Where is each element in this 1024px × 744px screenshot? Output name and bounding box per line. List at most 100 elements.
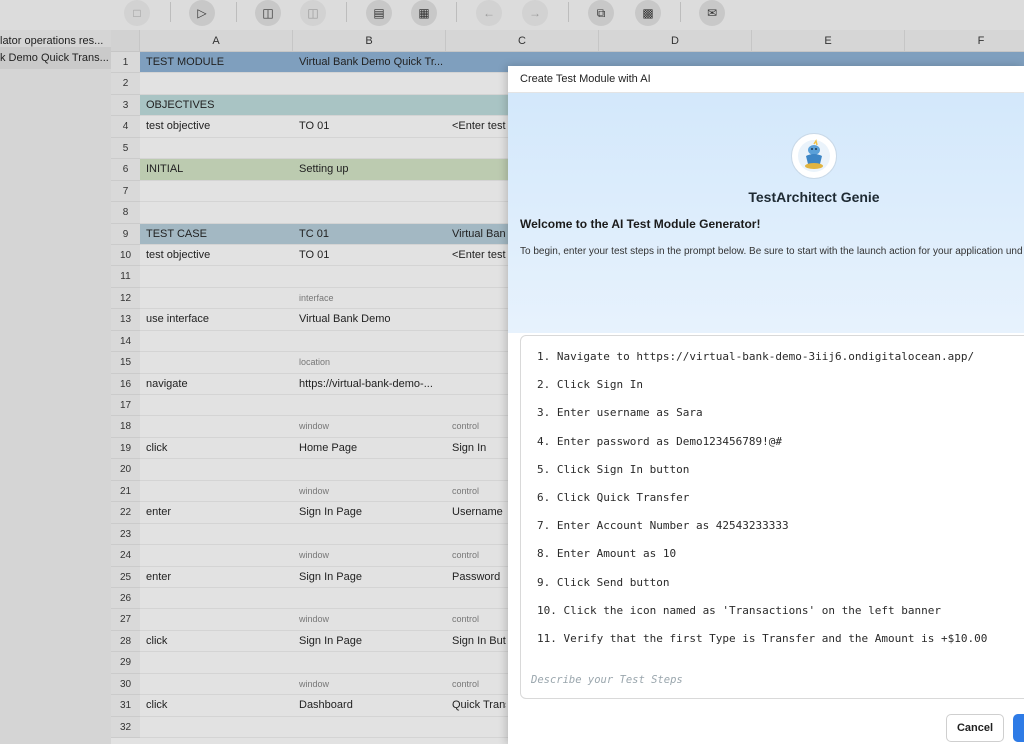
cell-c[interactable]: Quick Trans — [446, 695, 506, 716]
cell-b[interactable]: Dashboard — [293, 695, 446, 716]
row-number[interactable]: 24 — [111, 545, 140, 567]
cell-a[interactable] — [140, 266, 293, 287]
cell-c[interactable] — [446, 717, 506, 738]
row-number[interactable]: 31 — [111, 695, 140, 717]
cell-b[interactable]: https://virtual-bank-demo-... — [293, 374, 446, 395]
cell-a[interactable]: test objective — [140, 245, 293, 266]
row-number[interactable]: 9 — [111, 223, 140, 245]
cell-b[interactable]: TC 01 — [293, 224, 446, 245]
cell-b[interactable] — [293, 73, 446, 94]
cell-a[interactable] — [140, 73, 293, 94]
cell-a[interactable]: use interface — [140, 309, 293, 330]
cell-b[interactable] — [293, 652, 446, 673]
cell-b[interactable] — [293, 181, 446, 202]
cell-b[interactable] — [293, 395, 446, 416]
cell-c[interactable]: control — [446, 611, 506, 632]
cell-a[interactable]: OBJECTIVES — [140, 95, 293, 116]
cell-a[interactable] — [140, 652, 293, 673]
cell-b[interactable]: Virtual Bank Demo — [293, 309, 446, 330]
column-header-a[interactable]: A — [140, 30, 293, 52]
row-number[interactable]: 13 — [111, 309, 140, 331]
cell-b[interactable]: Sign In Page — [293, 567, 446, 588]
cell-a[interactable] — [140, 674, 293, 695]
column-header-d[interactable]: D — [599, 30, 752, 52]
cell-b[interactable]: window — [293, 483, 446, 504]
cell-a[interactable] — [140, 181, 293, 202]
cell-c[interactable] — [446, 52, 506, 73]
cell-a[interactable] — [140, 416, 293, 437]
redo-icon[interactable]: → — [522, 0, 548, 26]
cell-b[interactable] — [293, 95, 446, 116]
row-number[interactable]: 17 — [111, 395, 140, 417]
row-number[interactable]: 10 — [111, 244, 140, 267]
cell-b[interactable] — [293, 524, 446, 545]
row-number[interactable]: 20 — [111, 459, 140, 481]
cell-c[interactable]: Sign In Butt — [446, 631, 506, 652]
insert-action-icon[interactable]: ▦ — [411, 0, 437, 26]
cell-a[interactable]: navigate — [140, 374, 293, 395]
cell-a[interactable] — [140, 524, 293, 545]
cell-b[interactable]: Sign In Page — [293, 502, 446, 523]
row-number[interactable]: 6 — [111, 159, 140, 181]
cell-c[interactable]: Virtual Bank — [446, 224, 506, 245]
cell-a[interactable] — [140, 481, 293, 502]
cell-c[interactable] — [446, 459, 506, 480]
cell-b[interactable]: window — [293, 611, 446, 632]
cell-c[interactable] — [446, 159, 506, 180]
cell-c[interactable] — [446, 652, 506, 673]
column-header-b[interactable]: B — [293, 30, 446, 52]
cell-a[interactable] — [140, 331, 293, 352]
cell-c[interactable] — [446, 202, 506, 223]
cell-c[interactable] — [446, 95, 506, 116]
cell-b[interactable]: location — [293, 354, 446, 375]
cell-a[interactable]: test objective — [140, 116, 293, 137]
cell-a[interactable]: INITIAL — [140, 159, 293, 180]
cell-c[interactable] — [446, 73, 506, 94]
insert-row-icon[interactable]: ▤ — [366, 0, 392, 26]
row-number[interactable]: 1 — [111, 52, 140, 74]
cell-c[interactable]: control — [446, 676, 506, 697]
cell-a[interactable] — [140, 459, 293, 480]
cell-b[interactable]: window — [293, 418, 446, 439]
row-number[interactable]: 25 — [111, 566, 140, 588]
cell-c[interactable]: Password — [446, 567, 506, 588]
row-number[interactable]: 26 — [111, 588, 140, 610]
cell-c[interactable] — [446, 288, 506, 309]
cell-b[interactable]: interface — [293, 290, 446, 311]
row-number[interactable]: 5 — [111, 137, 140, 160]
row-number[interactable]: 18 — [111, 416, 140, 438]
cell-c[interactable]: <Enter test — [446, 116, 506, 137]
row-number[interactable]: 22 — [111, 502, 140, 524]
cell-a[interactable]: click — [140, 695, 293, 716]
cell-a[interactable] — [140, 588, 293, 609]
cell-c[interactable] — [446, 352, 506, 373]
cell-a[interactable]: enter — [140, 567, 293, 588]
cell-a[interactable] — [140, 138, 293, 159]
row-number[interactable]: 2 — [111, 73, 140, 95]
row-number[interactable]: 29 — [111, 652, 140, 674]
cell-c[interactable] — [446, 266, 506, 287]
cell-a[interactable] — [140, 609, 293, 630]
cell-a[interactable]: click — [140, 631, 293, 652]
row-number[interactable]: 15 — [111, 352, 140, 374]
cell-b[interactable]: window — [293, 676, 446, 697]
cell-c[interactable]: <Enter test — [446, 245, 506, 266]
cell-a[interactable] — [140, 202, 293, 223]
cell-c[interactable]: control — [446, 418, 506, 439]
cell-b[interactable]: Virtual Bank Demo Quick Tr... — [293, 52, 446, 73]
cell-a[interactable]: click — [140, 438, 293, 459]
cell-b[interactable] — [293, 266, 446, 287]
cell-b[interactable] — [293, 202, 446, 223]
row-number[interactable]: 3 — [111, 94, 140, 117]
cell-a[interactable]: TEST CASE — [140, 224, 293, 245]
column-header-c[interactable]: C — [446, 30, 599, 52]
row-number[interactable]: 16 — [111, 373, 140, 396]
cell-c[interactable] — [446, 181, 506, 202]
cell-c[interactable]: Username — [446, 502, 506, 523]
column-header-f[interactable]: F — [905, 30, 1024, 52]
sidebar-item-quick-transfer[interactable]: k Demo Quick Trans... — [0, 47, 111, 69]
generate-button[interactable] — [1013, 714, 1024, 742]
cell-b[interactable]: Setting up — [293, 159, 446, 180]
undo-icon[interactable]: ← — [476, 0, 502, 26]
cell-c[interactable] — [446, 395, 506, 416]
